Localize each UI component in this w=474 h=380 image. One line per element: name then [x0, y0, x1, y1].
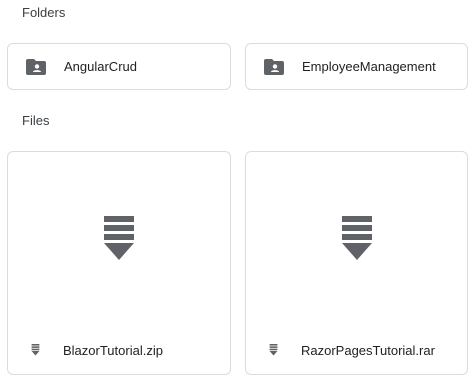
archive-icon	[31, 344, 40, 356]
folder-name: EmployeeManagement	[302, 59, 436, 74]
file-card-razorpagestutorial[interactable]: RazorPagesTutorial.rar	[245, 151, 468, 375]
folder-card-employeemanagement[interactable]: EmployeeManagement	[245, 43, 468, 90]
folders-section-title: Folders	[22, 5, 66, 20]
files-section-title: Files	[22, 113, 50, 128]
archive-icon	[104, 216, 134, 260]
shared-folder-icon	[26, 58, 46, 75]
file-name: BlazorTutorial.zip	[63, 342, 163, 358]
archive-icon	[269, 344, 278, 356]
folder-name: AngularCrud	[64, 59, 137, 74]
file-card-blazortutorial[interactable]: BlazorTutorial.zip	[7, 151, 231, 375]
file-name: RazorPagesTutorial.rar	[301, 342, 435, 358]
archive-icon	[342, 216, 372, 260]
folder-card-angularcrud[interactable]: AngularCrud	[7, 43, 231, 90]
shared-folder-icon	[264, 58, 284, 75]
